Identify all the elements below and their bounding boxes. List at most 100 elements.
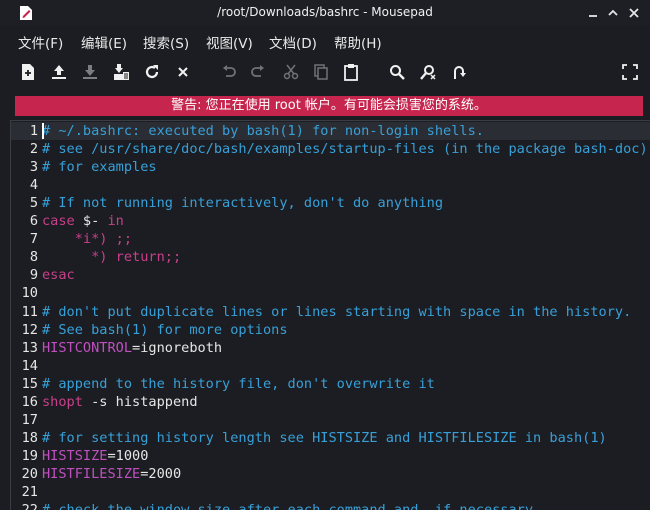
menu-view[interactable]: 视图(V) (206, 32, 253, 52)
close-window-icon[interactable] (625, 4, 643, 22)
cut-icon[interactable] (280, 61, 302, 83)
code-line[interactable]: 19 HISTSIZE=1000 (11, 447, 650, 465)
line-number: 16 (21, 393, 38, 410)
line-text: HISTSIZE=1000 (42, 447, 148, 465)
line-number: 14 (21, 357, 38, 374)
title-bar: /root/Downloads/bashrc - Mousepad (0, 0, 650, 26)
line-text: # don't put duplicate lines or lines sta… (42, 303, 631, 321)
code-token: -s histappend (82, 393, 198, 410)
code-line[interactable]: 8 *) return;; (11, 248, 650, 266)
code-token: =ignoreboth (132, 339, 223, 356)
code-line[interactable]: 15 # append to the history file, don't ov… (11, 375, 650, 393)
code-token: *i*) ;; (42, 231, 133, 248)
line-number: 18 (21, 429, 38, 446)
line-number: 5 (29, 195, 38, 212)
toolbar (0, 58, 650, 88)
code-line[interactable]: 1 # ~/.bashrc: executed by bash(1) for no… (11, 122, 650, 140)
line-text: # If not running interactively, don't do… (42, 194, 443, 212)
code-line[interactable]: 16 shopt -s histappend (11, 393, 650, 411)
line-text: # check the window size after each comma… (42, 501, 541, 510)
undo-icon[interactable] (218, 61, 240, 83)
save-icon[interactable] (79, 61, 101, 83)
code-token: # See bash(1) for more options (42, 321, 288, 338)
line-number: 20 (21, 465, 38, 482)
text-cursor (42, 123, 44, 139)
root-warning-banner: 警告: 您正在使用 root 帐户。有可能会损害您的系统。 (15, 96, 643, 116)
code-token: shopt (42, 393, 83, 410)
code-line[interactable]: 20 HISTFILESIZE=2000 (11, 465, 650, 483)
line-text: HISTCONTROL=ignoreboth (42, 339, 222, 357)
code-token: # If not running interactively, don't do… (42, 195, 444, 212)
new-document-icon[interactable] (17, 61, 39, 83)
go-to-line-icon[interactable] (448, 61, 470, 83)
code-token: # check the window size after each comma… (42, 502, 541, 510)
code-token: HISTSIZE (42, 447, 108, 464)
code-line[interactable]: 21 (11, 483, 650, 501)
code-line[interactable]: 13 HISTCONTROL=ignoreboth (11, 339, 650, 357)
minimize-icon[interactable] (584, 4, 602, 22)
line-number: 10 (21, 285, 38, 302)
code-line[interactable]: 12 # See bash(1) for more options (11, 321, 650, 339)
code-line[interactable]: 14 (11, 357, 650, 375)
code-line[interactable]: 2 # see /usr/share/doc/bash/examples/star… (11, 140, 650, 158)
menu-search[interactable]: 搜索(S) (143, 32, 189, 52)
line-number: 1 (29, 123, 38, 139)
code-token: =2000 (140, 465, 182, 482)
code-token: $- (82, 213, 108, 230)
code-line[interactable]: 9 esac (11, 266, 650, 284)
maximize-icon[interactable] (604, 4, 622, 22)
code-token: # ~/.bashrc: executed by bash(1) for non… (42, 123, 484, 139)
code-line[interactable]: 17 (11, 411, 650, 429)
line-text: # ~/.bashrc: executed by bash(1) for non… (42, 122, 484, 140)
line-number: 6 (29, 213, 38, 230)
line-text: # See bash(1) for more options (42, 321, 288, 339)
code-line[interactable]: 6 case $- in (11, 212, 650, 230)
window-title: /root/Downloads/bashrc - Mousepad (217, 5, 433, 19)
code-token: HISTFILESIZE (42, 465, 141, 482)
line-text: # see /usr/share/doc/bash/examples/start… (42, 140, 648, 158)
code-line[interactable]: 10 (11, 284, 650, 302)
line-number: 7 (29, 231, 38, 248)
close-icon[interactable] (172, 61, 194, 83)
code-line[interactable]: 11 # don't put duplicate lines or lines s… (11, 303, 650, 321)
paste-icon[interactable] (340, 61, 362, 83)
code-token: # see /usr/share/doc/bash/examples/start… (42, 141, 648, 158)
line-number: 2 (29, 141, 38, 158)
menu-bar: 文件(F) 编辑(E) 搜索(S) 视图(V) 文档(D) 帮助(H) (0, 30, 650, 52)
find-replace-icon[interactable] (417, 61, 439, 83)
code-token: *) return;; (42, 249, 182, 266)
text-editor[interactable]: 1 # ~/.bashrc: executed by bash(1) for no… (10, 120, 650, 510)
reload-icon[interactable] (141, 61, 163, 83)
code-token: # for setting history length see HISTSIZ… (42, 429, 607, 446)
line-text: *i*) ;; (42, 230, 132, 248)
menu-edit[interactable]: 编辑(E) (81, 32, 127, 52)
menu-document[interactable]: 文档(D) (269, 32, 317, 52)
line-number: 19 (21, 447, 38, 464)
copy-icon[interactable] (310, 61, 332, 83)
code-line[interactable]: 4 (11, 176, 650, 194)
line-text: # for examples (42, 158, 157, 176)
fullscreen-icon[interactable] (619, 61, 641, 83)
open-icon[interactable] (48, 61, 70, 83)
code-line[interactable]: 5 # If not running interactively, don't d… (11, 194, 650, 212)
code-line[interactable]: 3 # for examples (11, 158, 650, 176)
code-token: HISTCONTROL (42, 339, 133, 356)
line-number: 22 (11, 501, 38, 510)
code-line[interactable]: 7 *i*) ;; (11, 230, 650, 248)
menu-file[interactable]: 文件(F) (18, 32, 63, 52)
line-number: 4 (29, 177, 38, 194)
line-text: esac (42, 266, 75, 284)
code-token: =1000 (107, 447, 149, 464)
line-number: 12 (21, 321, 38, 338)
code-token: esac (42, 267, 75, 284)
menu-help[interactable]: 帮助(H) (334, 32, 382, 52)
save-as-icon[interactable] (110, 61, 132, 83)
code-line[interactable]: 22 # check the window size after each com… (11, 501, 650, 510)
line-number: 11 (21, 303, 38, 320)
redo-icon[interactable] (247, 61, 269, 83)
line-text: *) return;; (42, 248, 181, 266)
line-text: # append to the history file, don't over… (42, 375, 435, 393)
code-token: # don't put duplicate lines or lines sta… (42, 303, 632, 320)
code-line[interactable]: 18 # for setting history length see HISTS… (11, 429, 650, 447)
find-icon[interactable] (386, 61, 408, 83)
